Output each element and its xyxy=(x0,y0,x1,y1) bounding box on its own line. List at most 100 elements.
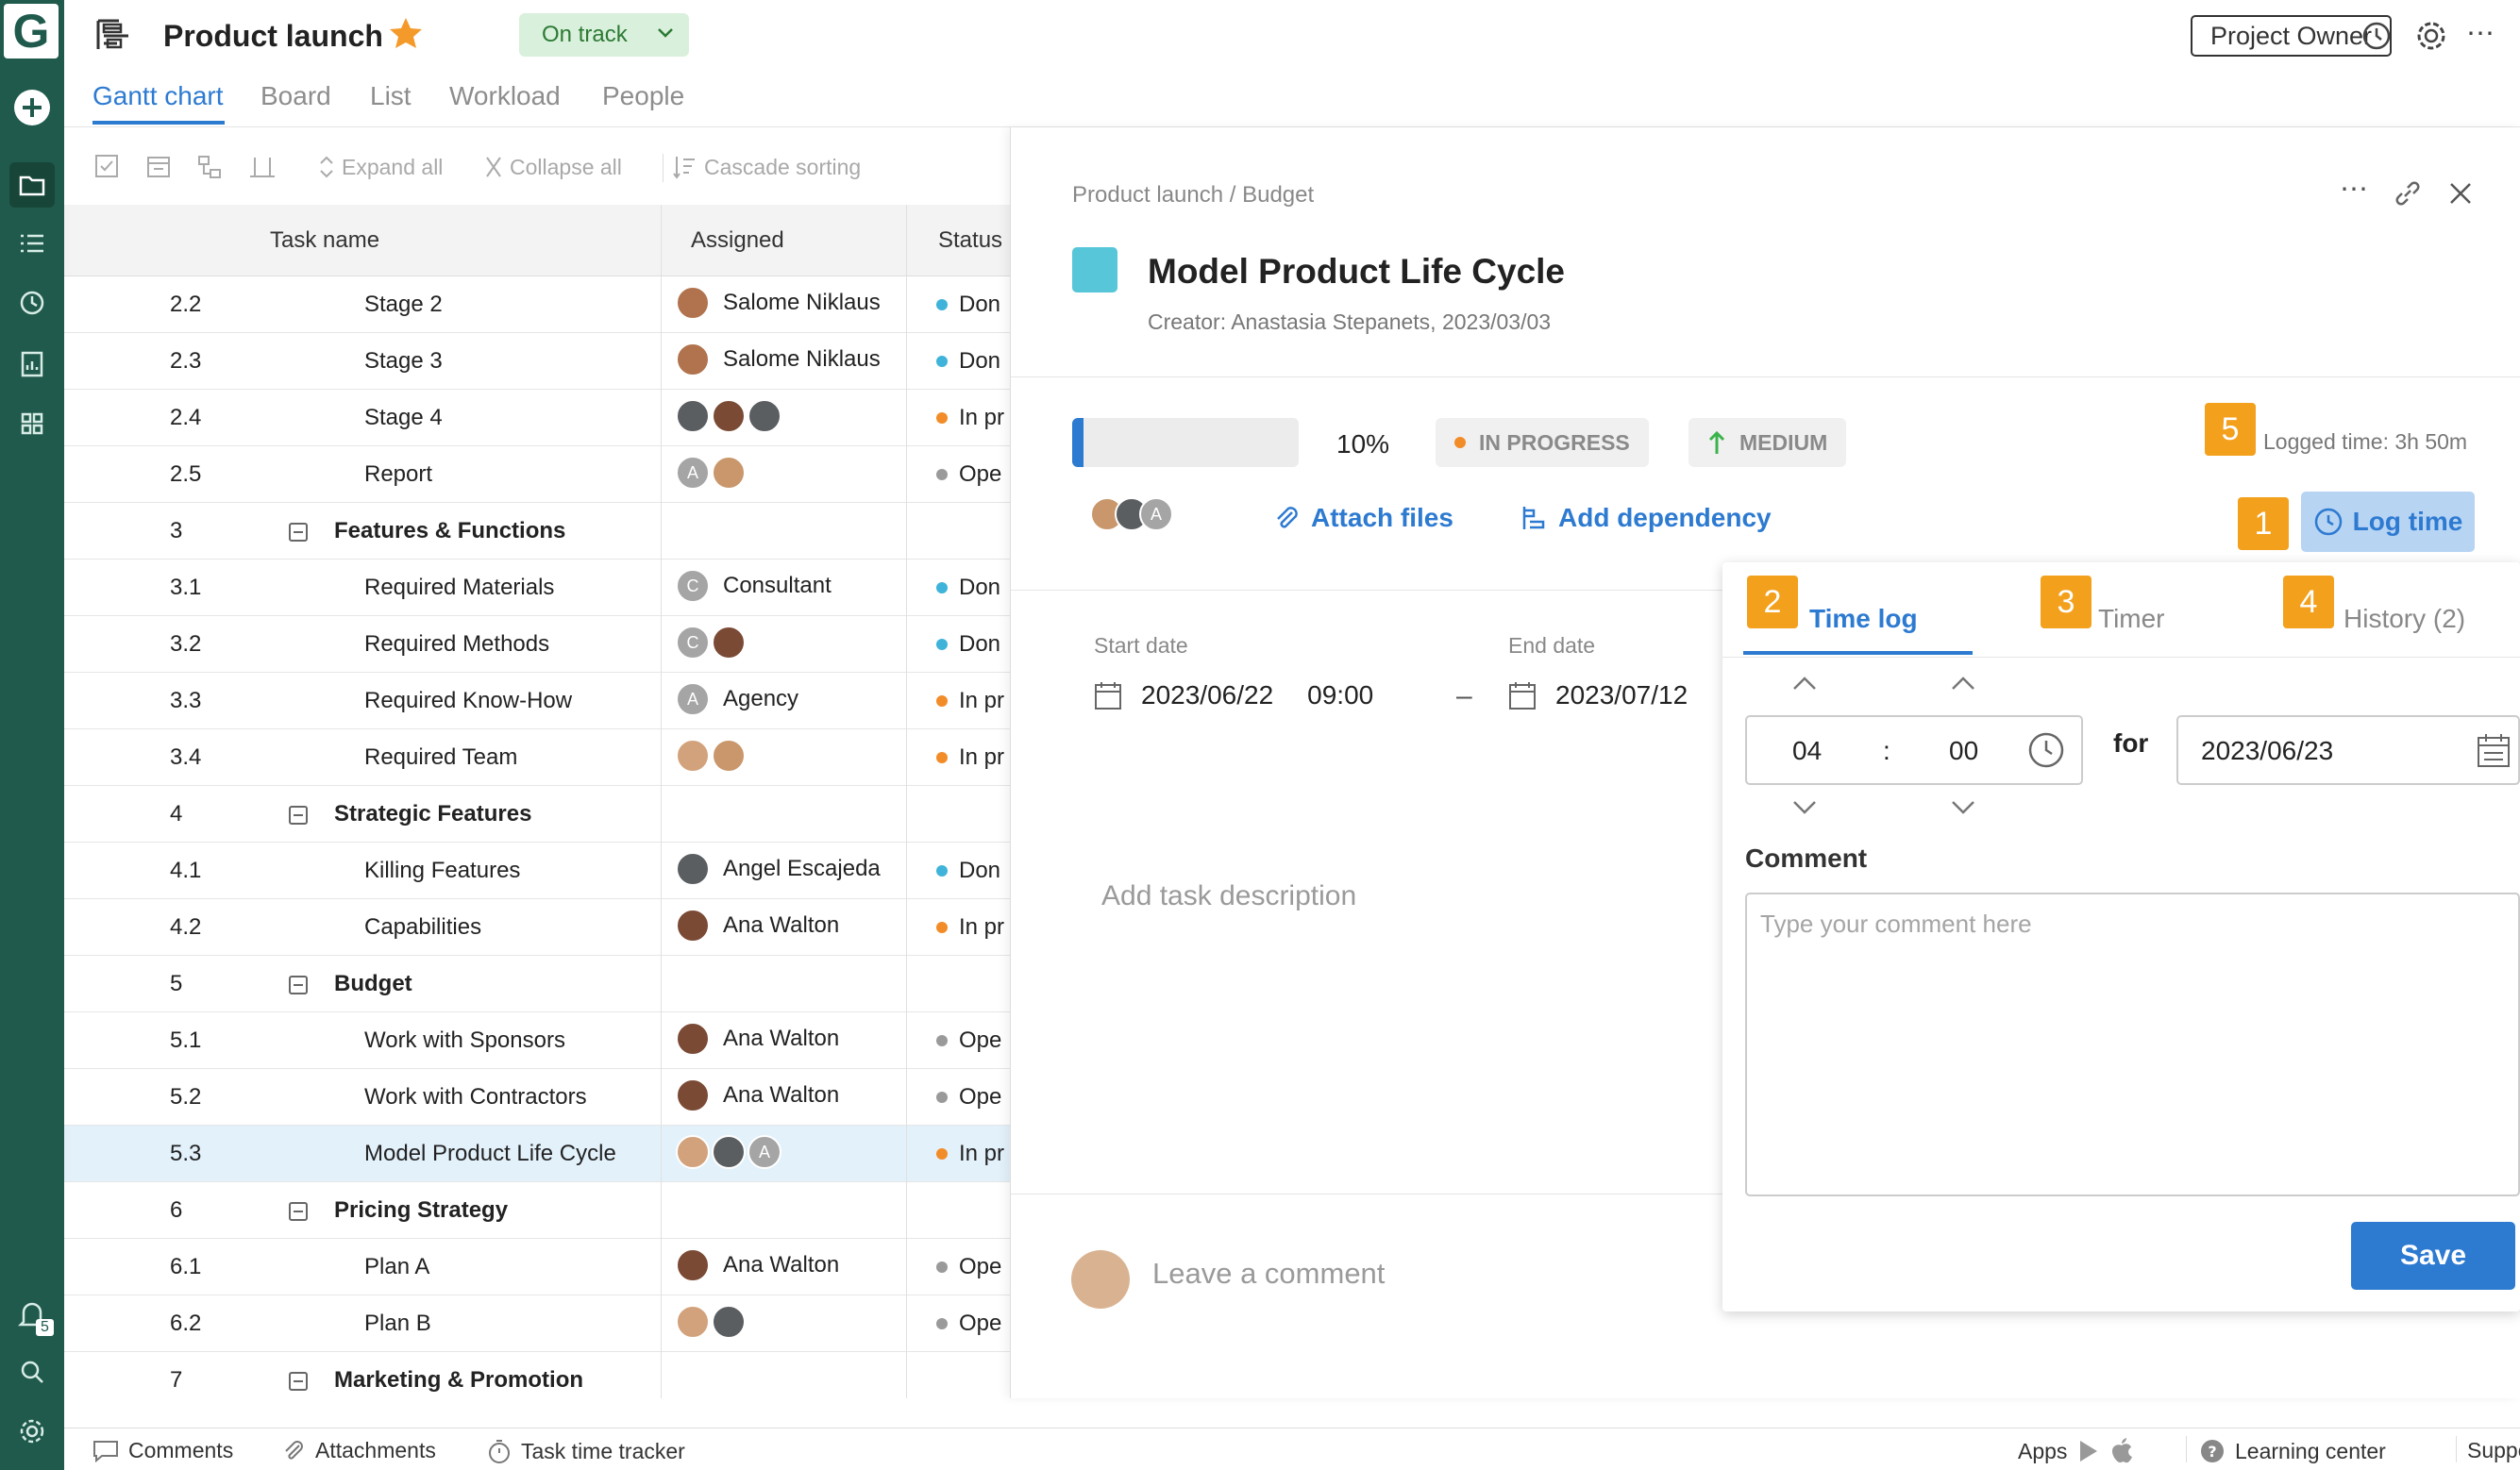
assignee-avatars[interactable]: A xyxy=(1090,497,1173,531)
assignees[interactable]: Salome Niklaus xyxy=(676,286,881,320)
tab-board[interactable]: Board xyxy=(260,81,331,111)
status-chip[interactable]: IN PROGRESS xyxy=(1436,418,1649,467)
comments-button[interactable]: Comments xyxy=(92,1438,233,1463)
table-row[interactable]: 3.3 Required Know-How A Agency In pr xyxy=(64,673,1010,729)
assignees[interactable]: Ana Walton xyxy=(676,909,839,943)
tab-people[interactable]: People xyxy=(602,81,684,111)
projects-icon[interactable] xyxy=(9,162,55,208)
tab-list[interactable]: List xyxy=(370,81,412,111)
table-row[interactable]: 2.3 Stage 3 Salome Niklaus Don xyxy=(64,333,1010,390)
tab-timer[interactable]: Timer xyxy=(2098,604,2165,634)
assignees[interactable]: Ana Walton xyxy=(676,1078,839,1112)
expand-all-button[interactable]: Expand all xyxy=(319,154,443,180)
subtask-icon[interactable] xyxy=(196,154,223,180)
collapse-toggle-icon[interactable] xyxy=(289,1371,308,1391)
start-date-field[interactable]: 2023/06/22 09:00 xyxy=(1094,680,1373,710)
log-time-button[interactable]: Log time xyxy=(2301,492,2475,552)
history-icon[interactable] xyxy=(2360,19,2394,53)
task-name[interactable]: Killing Features xyxy=(364,858,520,883)
minutes-input[interactable]: 00 xyxy=(1949,736,1978,766)
task-name[interactable]: Required Materials xyxy=(364,575,554,600)
tab-history[interactable]: History (2) xyxy=(2344,604,2465,634)
duration-input[interactable]: 04 : 00 xyxy=(1745,715,2083,785)
task-name[interactable]: Work with Sponsors xyxy=(364,1027,565,1053)
task-name[interactable]: Stage 3 xyxy=(364,348,443,374)
task-time-tracker-button[interactable]: Task time tracker xyxy=(487,1438,685,1464)
status-cell[interactable]: In pr xyxy=(936,914,1004,941)
project-status-dropdown[interactable]: On track xyxy=(519,13,689,57)
status-cell[interactable]: Ope xyxy=(936,1311,1001,1337)
status-cell[interactable]: Don xyxy=(936,348,1000,375)
status-cell[interactable]: In pr xyxy=(936,1141,1004,1167)
task-name[interactable]: Stage 4 xyxy=(364,405,443,430)
table-row[interactable]: 2.5 Report A Ope xyxy=(64,446,1010,503)
task-name[interactable]: Plan A xyxy=(364,1254,429,1279)
assignees[interactable] xyxy=(676,1305,746,1339)
status-cell[interactable]: Don xyxy=(936,631,1000,658)
log-date-input[interactable]: 2023/06/23 xyxy=(2176,715,2520,785)
add-dependency-button[interactable]: Add dependency xyxy=(1520,503,1772,533)
search-icon[interactable] xyxy=(9,1349,55,1395)
collapse-toggle-icon[interactable] xyxy=(289,1201,308,1221)
status-cell[interactable]: Don xyxy=(936,292,1000,318)
list-icon[interactable] xyxy=(9,221,55,266)
cascade-sorting-button[interactable]: Cascade sorting xyxy=(672,154,861,180)
task-name[interactable]: Required Team xyxy=(364,744,517,770)
table-row[interactable]: 6.2 Plan B Ope xyxy=(64,1295,1010,1352)
copy-link-icon[interactable] xyxy=(2393,178,2423,209)
task-name[interactable]: Budget xyxy=(334,971,412,996)
column-header-task-name[interactable]: Task name xyxy=(270,227,379,254)
task-name[interactable]: Model Product Life Cycle xyxy=(364,1141,616,1166)
minutes-increment-icon[interactable] xyxy=(1949,674,1977,693)
task-name[interactable]: Required Methods xyxy=(364,631,549,657)
task-name[interactable]: Stage 2 xyxy=(364,292,443,317)
task-name[interactable]: Pricing Strategy xyxy=(334,1197,508,1223)
save-button[interactable]: Save xyxy=(2351,1222,2515,1290)
add-task-icon[interactable] xyxy=(145,154,172,180)
assignees[interactable]: A xyxy=(676,456,746,490)
table-row[interactable]: 4.1 Killing Features Angel Escajeda Don xyxy=(64,843,1010,899)
status-cell[interactable]: In pr xyxy=(936,744,1004,771)
clock-icon[interactable] xyxy=(2026,730,2066,770)
status-cell[interactable]: Ope xyxy=(936,1027,1001,1054)
task-name[interactable]: Strategic Features xyxy=(334,801,531,827)
calendar-icon[interactable] xyxy=(2477,732,2511,768)
status-cell[interactable]: Ope xyxy=(936,1254,1001,1280)
assignees[interactable]: Ana Walton xyxy=(676,1022,839,1056)
task-group-row[interactable]: 5 Budget xyxy=(64,956,1010,1012)
task-name[interactable]: Report xyxy=(364,461,432,487)
assignees[interactable] xyxy=(676,399,781,433)
leave-comment-input[interactable]: Leave a comment xyxy=(1152,1257,1385,1291)
support-button[interactable]: Support xyxy=(2467,1438,2520,1463)
task-color-swatch[interactable] xyxy=(1072,247,1117,292)
table-row[interactable]: 2.2 Stage 2 Salome Niklaus Don xyxy=(64,276,1010,333)
status-cell[interactable]: In pr xyxy=(936,405,1004,431)
table-row[interactable]: 3.4 Required Team In pr xyxy=(64,729,1010,786)
start-time-value[interactable]: 09:00 xyxy=(1307,680,1373,710)
hours-increment-icon[interactable] xyxy=(1790,674,1819,693)
task-group-row[interactable]: 7 Marketing & Promotion xyxy=(64,1352,1010,1398)
assignees[interactable]: A Agency xyxy=(676,682,798,716)
more-options-icon[interactable]: ⋯ xyxy=(2466,17,2495,50)
table-row[interactable]: 2.4 Stage 4 In pr xyxy=(64,390,1010,446)
assignees[interactable]: Salome Niklaus xyxy=(676,342,881,376)
apps-button[interactable]: Apps xyxy=(2018,1438,2133,1464)
minutes-decrement-icon[interactable] xyxy=(1949,798,1977,817)
milestone-icon[interactable] xyxy=(247,154,277,180)
reports-icon[interactable] xyxy=(9,342,55,387)
tab-gantt-chart[interactable]: Gantt chart xyxy=(92,81,224,111)
add-icon[interactable] xyxy=(9,85,55,130)
task-group-row[interactable]: 4 Strategic Features xyxy=(64,786,1010,843)
select-checkbox-icon[interactable] xyxy=(94,154,119,178)
close-icon[interactable] xyxy=(2447,180,2474,207)
task-name[interactable]: Features & Functions xyxy=(334,518,565,543)
attach-files-button[interactable]: Attach files xyxy=(1273,503,1453,533)
assignees[interactable]: A xyxy=(676,1135,781,1169)
favorite-star-icon[interactable] xyxy=(387,15,425,53)
status-cell[interactable]: Don xyxy=(936,575,1000,601)
learning-center-button[interactable]: ? Learning center xyxy=(2199,1438,2386,1464)
settings-gear-icon[interactable] xyxy=(2414,19,2448,53)
app-logo[interactable]: G xyxy=(4,4,59,58)
status-cell[interactable]: In pr xyxy=(936,688,1004,714)
settings-gear-icon[interactable] xyxy=(9,1409,55,1454)
